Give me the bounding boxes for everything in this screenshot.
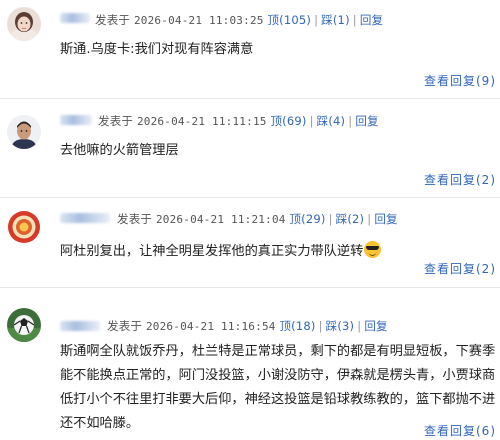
- comment-meta: 发表于 2026-04-21 11:16:54 顶(18) | 踩(3) | 回复: [107, 319, 388, 333]
- view-replies-link[interactable]: 查看回复(9): [424, 72, 496, 89]
- posted-prefix: 发表于: [117, 212, 153, 226]
- username-blurred: [60, 213, 110, 223]
- comment-meta: 发表于 2026-04-21 11:11:15 顶(69) | 踩(4) | 回复: [98, 114, 379, 128]
- comment-text: 去他嘛的火箭管理层: [60, 143, 179, 158]
- reply-link[interactable]: 回复: [374, 212, 397, 226]
- username-blurred: [60, 321, 100, 331]
- post-time: 2026-04-21 11:11:15: [136, 115, 267, 128]
- downvote-link[interactable]: 踩(2): [336, 212, 365, 226]
- upvote-link[interactable]: 顶(69): [270, 114, 306, 128]
- avatar[interactable]: [7, 210, 41, 244]
- comment-item: 发表于 2026-04-21 11:03:25 顶(105) | 踩(1) | 回复 斯…: [0, 0, 500, 98]
- posted-prefix: 发表于: [95, 13, 131, 27]
- post-time: 2026-04-21 11:21:04: [155, 213, 286, 226]
- avatar[interactable]: [7, 7, 41, 41]
- username-blurred: [60, 115, 92, 125]
- reply-link[interactable]: 回复: [364, 319, 387, 333]
- username-blurred: [60, 13, 90, 23]
- post-time: 2026-04-21 11:03:25: [133, 14, 264, 27]
- upvote-link[interactable]: 顶(29): [289, 212, 325, 226]
- upvote-link[interactable]: 顶(18): [279, 319, 315, 333]
- posted-prefix: 发表于: [107, 319, 143, 333]
- upvote-link[interactable]: 顶(105): [267, 13, 311, 27]
- comment-item: 发表于 2026-04-21 11:21:04 顶(29) | 踩(2) | 回复 阿杜…: [0, 198, 500, 286]
- comment-item: 发表于 2026-04-21 11:11:15 顶(69) | 踩(4) | 回复 去他…: [0, 99, 500, 197]
- reply-link[interactable]: 回复: [355, 114, 378, 128]
- sunglasses-emoji-icon: [364, 241, 382, 258]
- posted-prefix: 发表于: [98, 114, 134, 128]
- downvote-link[interactable]: 踩(3): [326, 319, 355, 333]
- avatar[interactable]: [7, 308, 41, 342]
- view-replies-link[interactable]: 查看回复(2): [424, 171, 496, 188]
- post-time: 2026-04-21 11:16:54: [145, 320, 276, 333]
- avatar[interactable]: [7, 115, 41, 149]
- downvote-link[interactable]: 踩(1): [321, 13, 350, 27]
- comment-text-body: 阿杜别复出，让神全明星发挥他的真正实力带队逆转: [60, 244, 364, 259]
- comment-meta: 发表于 2026-04-21 11:03:25 顶(105) | 踩(1) | 回复: [95, 13, 384, 27]
- comment-text: 斯通.乌度卡:我们对现有阵容满意: [60, 42, 254, 57]
- view-replies-link[interactable]: 查看回复(2): [424, 260, 496, 277]
- reply-link[interactable]: 回复: [360, 13, 383, 27]
- comment-item: 发表于 2026-04-21 11:16:54 顶(18) | 踩(3) | 回复 斯通…: [0, 288, 500, 440]
- comment-meta: 发表于 2026-04-21 11:21:04 顶(29) | 踩(2) | 回复: [117, 212, 398, 226]
- view-replies-link[interactable]: 查看回复(6): [424, 422, 496, 439]
- downvote-link[interactable]: 踩(4): [317, 114, 346, 128]
